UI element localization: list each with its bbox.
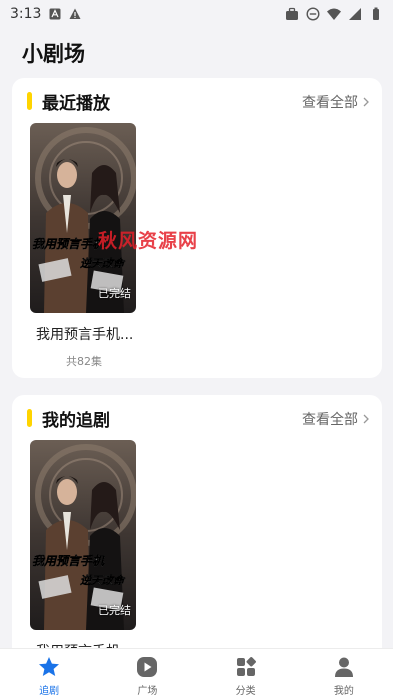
completed-badge: 已完结	[98, 287, 131, 300]
view-all-label: 查看全部	[302, 412, 358, 428]
tab-label: 广场	[137, 686, 158, 697]
status-bar: 3:13	[0, 0, 393, 28]
section-accent-bar	[27, 409, 32, 427]
chevron-right-icon	[363, 97, 369, 107]
tab-follow[interactable]: 追剧	[0, 649, 98, 700]
section-header: 最近播放 查看全部	[12, 78, 382, 122]
episode-count: 共82集	[66, 355, 102, 368]
section-title: 我的追剧	[42, 411, 110, 431]
view-all-recent-link[interactable]: 查看全部	[302, 92, 370, 112]
status-time: 3:13	[10, 6, 42, 22]
tab-label: 我的	[333, 686, 354, 697]
drama-poster[interactable]: 我用预言手机 逆天改命 已完结	[30, 123, 136, 313]
drama-poster[interactable]: 我用预言手机 逆天改命 已完结	[30, 440, 136, 630]
warning-icon	[69, 8, 81, 19]
bottom-tab-bar: 追剧 广场 分类 我的	[0, 648, 393, 700]
poster-title-line2: 逆天改命	[80, 574, 126, 587]
page-title: 小剧场	[22, 42, 85, 66]
tab-category[interactable]: 分类	[197, 649, 295, 700]
section-header: 我的追剧 查看全部	[12, 395, 382, 439]
signal-icon	[349, 8, 361, 20]
poster-title-line1: 我用预言手机	[32, 554, 105, 568]
notification-a-icon	[49, 8, 61, 20]
poster-title-line2: 逆天改命	[80, 257, 126, 270]
section-title: 最近播放	[42, 94, 110, 114]
tab-square[interactable]: 广场	[98, 649, 196, 700]
profile-icon	[334, 657, 353, 677]
category-grid-icon	[236, 657, 256, 676]
battery-icon	[373, 7, 379, 20]
tab-label: 追剧	[39, 686, 60, 697]
tab-label: 分类	[235, 686, 256, 697]
following-section: 我的追剧 查看全部 我用预言手机 逆天改命 已完结 我用预言手机	[12, 395, 382, 665]
completed-badge: 已完结	[98, 604, 131, 617]
briefcase-icon	[286, 7, 298, 20]
do-not-disturb-icon	[306, 7, 320, 21]
view-all-following-link[interactable]: 查看全部	[302, 409, 370, 429]
watermark-text: 秋风资源网	[98, 230, 199, 252]
drama-title[interactable]: 我用预言手机...	[36, 324, 146, 344]
poster-title-line1: 我用预言手机	[32, 237, 105, 251]
section-accent-bar	[27, 92, 32, 110]
view-all-label: 查看全部	[302, 95, 358, 111]
chevron-right-icon	[363, 414, 369, 424]
play-circle-icon	[137, 657, 158, 677]
wifi-icon	[327, 8, 341, 20]
star-icon	[39, 657, 60, 676]
tab-profile[interactable]: 我的	[295, 649, 393, 700]
